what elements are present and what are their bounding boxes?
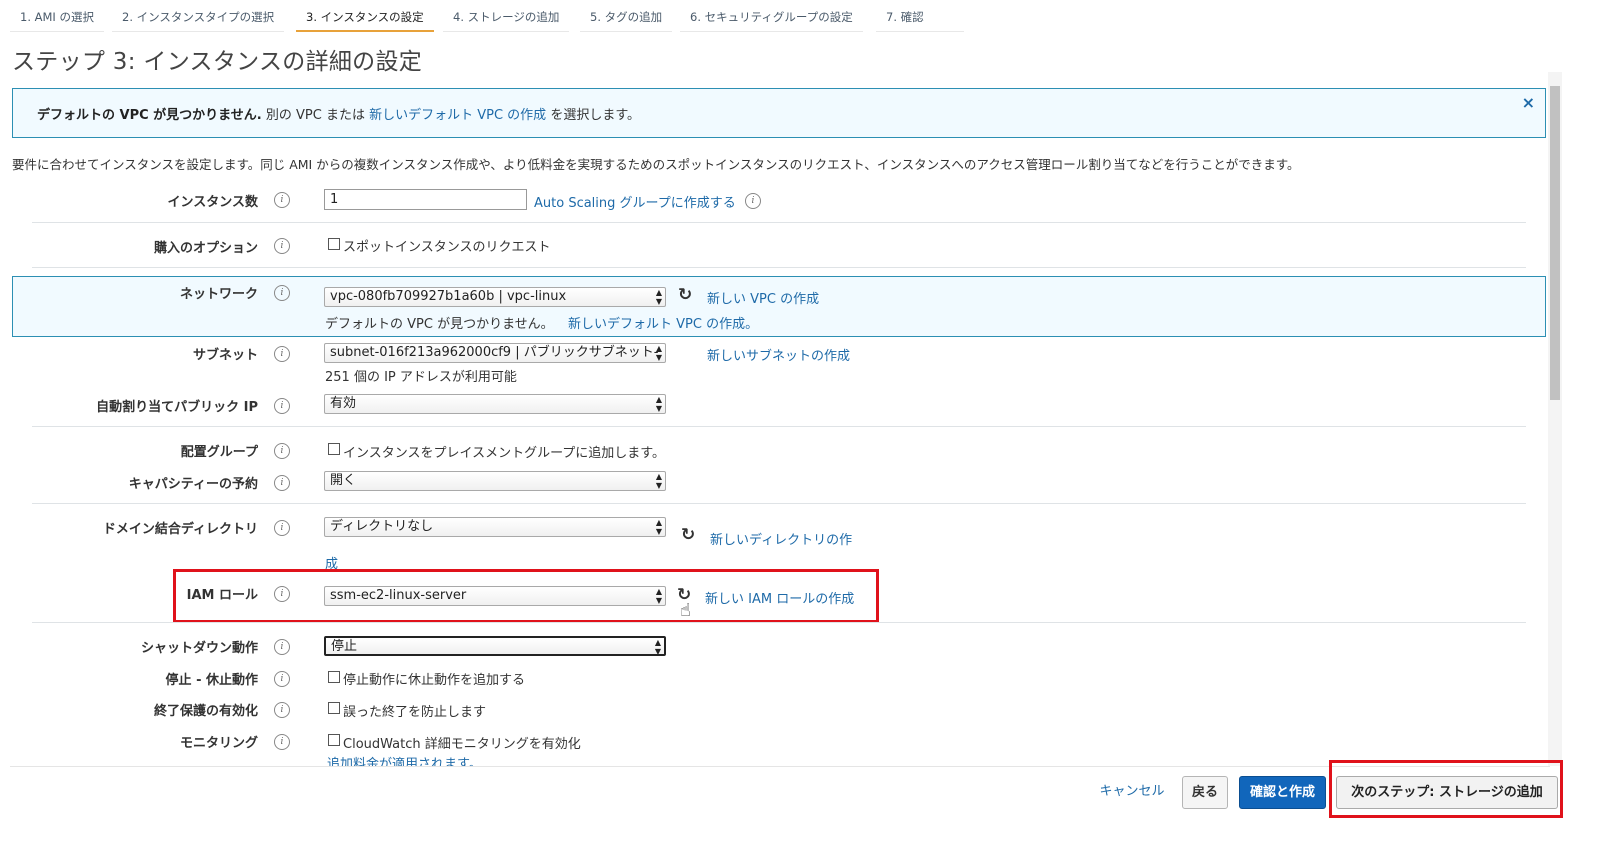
create-default-vpc-note-link[interactable]: 新しいデフォルト VPC の作成。: [568, 313, 758, 332]
divider: [32, 622, 1526, 623]
select-arrows-icon: ▲ ▼: [654, 638, 661, 656]
spot-request-label: スポットインスタンスのリクエスト: [343, 240, 551, 255]
page-description: 要件に合わせてインスタンスを設定します。同じ AMI からの複数インスタンス作成…: [12, 157, 1300, 172]
network-label: ネットワーク: [179, 287, 258, 302]
info-icon[interactable]: i: [274, 702, 290, 718]
iam-highlight-box: [173, 569, 879, 623]
purchase-option-label: 購入のオプション: [153, 241, 258, 256]
spot-request-checkbox[interactable]: [328, 238, 340, 250]
divider: [32, 222, 1526, 223]
divider: [32, 503, 1526, 504]
termination-protection-label: 終了保護の有効化: [153, 704, 258, 719]
monitoring-checkbox-label: CloudWatch 詳細モニタリングを有効化: [343, 737, 581, 752]
page-title: ステップ 3: インスタンスの詳細の設定: [12, 49, 423, 75]
close-icon[interactable]: ×: [1522, 93, 1535, 112]
info-icon[interactable]: i: [274, 639, 290, 655]
shutdown-select-value: 停止: [331, 639, 358, 654]
next-button-highlight-box: [1329, 760, 1563, 818]
step-tab-ami[interactable]: 1. AMI の選択: [10, 0, 104, 32]
hibernate-checkbox-label: 停止動作に休止動作を追加する: [343, 673, 526, 688]
footer-divider: [10, 766, 1550, 767]
refresh-icon[interactable]: ↻: [681, 527, 697, 544]
divider: [32, 267, 1526, 268]
additional-charge-link[interactable]: 追加料金が適用されます。: [327, 753, 482, 766]
create-vpc-link[interactable]: 新しい VPC の作成: [707, 288, 819, 307]
info-icon[interactable]: i: [745, 193, 761, 209]
auto-scaling-link[interactable]: Auto Scaling グループに作成する: [534, 192, 736, 211]
stop-hibernate-label: 停止 - 休止動作: [165, 673, 258, 688]
create-subnet-link[interactable]: 新しいサブネットの作成: [707, 345, 850, 364]
info-icon[interactable]: i: [274, 285, 290, 301]
select-arrows-icon: ▲ ▼: [655, 344, 662, 362]
monitoring-label: モニタリング: [179, 736, 258, 751]
vertical-scrollbar[interactable]: [1548, 72, 1562, 766]
network-note: デフォルトの VPC が見つかりません。: [325, 317, 554, 332]
banner-text-end: を選択します。: [550, 108, 641, 123]
shutdown-behavior-select[interactable]: 停止 ▲ ▼: [324, 636, 666, 656]
create-default-vpc-link[interactable]: 新しいデフォルト VPC の作成: [369, 108, 546, 123]
network-select[interactable]: vpc-080fb709927b1a60b | vpc-linux ▲ ▼: [324, 287, 666, 307]
step-tab-storage[interactable]: 4. ストレージの追加: [443, 0, 570, 32]
info-icon[interactable]: i: [274, 475, 290, 491]
domain-select-value: ディレクトリなし: [330, 519, 434, 534]
instance-count-label: インスタンス数: [167, 195, 258, 210]
termination-protection-checkbox-label: 誤った終了を防止します: [343, 705, 487, 720]
back-button[interactable]: 戻る: [1182, 776, 1228, 809]
domain-join-label: ドメイン結合ディレクトリ: [102, 522, 258, 537]
subnet-label: サブネット: [192, 348, 258, 363]
select-arrows-icon: ▲ ▼: [655, 395, 662, 413]
capacity-select-value: 開く: [330, 473, 357, 488]
info-icon[interactable]: i: [274, 192, 290, 208]
public-ip-label: 自動割り当てパブリック IP: [96, 400, 258, 415]
refresh-icon[interactable]: ↻: [678, 287, 694, 304]
info-icon[interactable]: i: [274, 346, 290, 362]
info-icon[interactable]: i: [274, 238, 290, 254]
review-and-launch-button[interactable]: 確認と作成: [1239, 776, 1326, 809]
placement-group-label: 配置グループ: [180, 445, 258, 460]
instance-count-input[interactable]: 1: [324, 189, 527, 210]
info-icon[interactable]: i: [274, 671, 290, 687]
placement-group-checkbox-label: インスタンスをプレイスメントグループに追加します。: [343, 446, 666, 461]
step-tab-instance-type[interactable]: 2. インスタンスタイプの選択: [112, 0, 285, 32]
select-arrows-icon: ▲ ▼: [655, 472, 662, 490]
subnet-select-value: subnet-016f213a962000cf9 | パブリックサブネット-: [330, 345, 659, 360]
scrollbar-thumb[interactable]: [1550, 86, 1560, 400]
info-icon[interactable]: i: [274, 443, 290, 459]
banner-message: デフォルトの VPC が見つかりません. 別の VPC または 新しいデフォルト…: [37, 104, 640, 123]
step-tab-configure-instance[interactable]: 3. インスタンスの設定: [296, 0, 434, 32]
shutdown-behavior-label: シャットダウン動作: [140, 641, 258, 656]
termination-protection-checkbox[interactable]: [328, 702, 340, 714]
monitoring-checkbox[interactable]: [328, 734, 340, 746]
public-ip-select[interactable]: 有効 ▲ ▼: [324, 394, 666, 414]
info-icon[interactable]: i: [274, 734, 290, 750]
subnet-ip-available: 251 個の IP アドレスが利用可能: [325, 370, 517, 385]
info-icon[interactable]: i: [274, 398, 290, 414]
no-default-vpc-banner: デフォルトの VPC が見つかりません. 別の VPC または 新しいデフォルト…: [12, 88, 1546, 138]
network-select-value: vpc-080fb709927b1a60b | vpc-linux: [330, 289, 567, 304]
public-ip-select-value: 有効: [330, 396, 357, 411]
step-tab-tags[interactable]: 5. タグの追加: [580, 0, 673, 32]
step-tab-security-group[interactable]: 6. セキュリティグループの設定: [680, 0, 863, 32]
cancel-button[interactable]: キャンセル: [1094, 776, 1170, 809]
hibernate-checkbox[interactable]: [328, 671, 340, 683]
subnet-select[interactable]: subnet-016f213a962000cf9 | パブリックサブネット- ▲…: [324, 343, 666, 363]
placement-group-checkbox[interactable]: [328, 443, 340, 455]
banner-bold-text: デフォルトの VPC が見つかりません.: [37, 108, 262, 123]
create-directory-link[interactable]: 新しいディレクトリの作: [710, 529, 852, 548]
divider: [32, 426, 1526, 427]
info-icon[interactable]: i: [274, 520, 290, 536]
capacity-reservation-select[interactable]: 開く ▲ ▼: [324, 471, 666, 491]
capacity-reservation-label: キャパシティーの予約: [128, 477, 258, 492]
select-arrows-icon: ▲ ▼: [655, 288, 662, 306]
domain-directory-select[interactable]: ディレクトリなし ▲ ▼: [324, 517, 666, 537]
select-arrows-icon: ▲ ▼: [655, 518, 662, 536]
step-tab-review[interactable]: 7. 確認: [876, 0, 964, 32]
banner-text: 別の VPC または: [265, 108, 365, 123]
